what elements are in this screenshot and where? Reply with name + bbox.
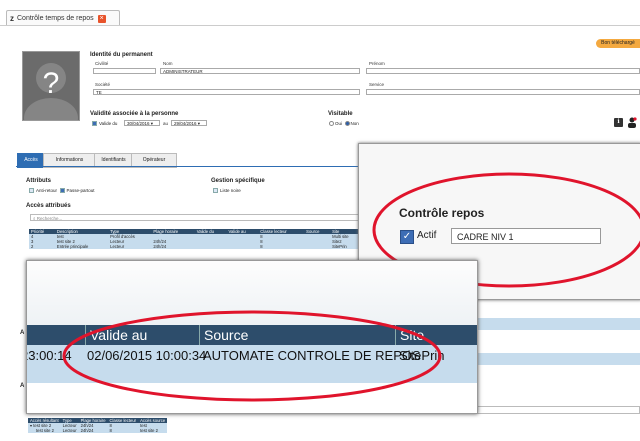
chevron-down-icon: ▾ bbox=[150, 121, 154, 126]
chevron-down-icon: ▾ bbox=[197, 121, 201, 126]
visitable-non-radio[interactable] bbox=[344, 121, 350, 127]
service-label: Service bbox=[369, 82, 385, 87]
nom-field[interactable]: ADMINISTRATEUR bbox=[160, 68, 360, 74]
visitable-oui-radio[interactable] bbox=[329, 121, 334, 127]
liste-noire-label: Liste noire bbox=[220, 188, 241, 193]
validity-title: Validité associée à la personne bbox=[90, 111, 179, 117]
close-icon[interactable]: × bbox=[97, 14, 106, 23]
cell bbox=[194, 244, 227, 249]
attributs-options: Anti-retour Passe-partout bbox=[29, 188, 95, 194]
gestion-specifique-title: Gestion spécifique bbox=[211, 178, 265, 184]
cell: test site 2 bbox=[138, 428, 168, 433]
to-label: au bbox=[163, 121, 169, 126]
user-settings-icon[interactable] bbox=[627, 117, 637, 128]
societe-field[interactable]: TE bbox=[93, 89, 360, 95]
cell: Lecteur bbox=[108, 244, 152, 249]
attributs-title: Attributs bbox=[26, 178, 51, 184]
table-row[interactable]: 2 Entrée principale Lecteur 24h/24 8 SitePrin bbox=[29, 244, 361, 249]
result-table: Accès résultant Type Plage horaire Class… bbox=[28, 418, 168, 433]
column-header[interactable]: Classe lecteur bbox=[107, 418, 139, 423]
cell: SitePrin bbox=[330, 244, 361, 249]
societe-label: Société bbox=[95, 82, 111, 87]
civilite-label: Civilité bbox=[95, 61, 109, 66]
search-placeholder: Recherche... bbox=[36, 216, 63, 221]
tab-controle-temps-repos[interactable]: z Contrôle temps de repos × bbox=[6, 10, 120, 26]
app-icon: z bbox=[10, 14, 14, 23]
non-label: Non bbox=[350, 121, 359, 126]
liste-noire-option: Liste noire bbox=[213, 188, 241, 194]
service-field[interactable] bbox=[366, 89, 640, 95]
prenom-field[interactable] bbox=[366, 68, 640, 74]
result-table-wrap: Accès résultant Type Plage horaire Class… bbox=[28, 418, 358, 433]
acces-table-wrap: Priorité Description Type Plage horaire … bbox=[29, 229, 361, 249]
avatar: ? bbox=[22, 51, 80, 121]
cell: 24h/24 bbox=[151, 244, 195, 249]
unknown-person-icon: ? bbox=[23, 52, 79, 120]
oui-label: Oui bbox=[335, 121, 343, 126]
tab-divider bbox=[0, 25, 640, 26]
from-date-value: 30/04/2016 bbox=[127, 121, 150, 126]
cell: Lecteur bbox=[60, 428, 79, 433]
acces-table: Priorité Description Type Plage horaire … bbox=[29, 229, 361, 249]
to-date-value: 29/04/2016 bbox=[174, 121, 197, 126]
red-highlight-ellipse bbox=[62, 310, 442, 402]
cell: 8 bbox=[258, 244, 305, 249]
identity-section-title: Identité du permanent bbox=[90, 52, 153, 58]
cell bbox=[226, 244, 259, 249]
background-highlight-row bbox=[476, 353, 640, 365]
visitable-options: Oui Non bbox=[329, 121, 359, 127]
acces-attribues-title: Accès attribués bbox=[26, 203, 71, 209]
cell: test site 2 bbox=[28, 428, 61, 433]
cell: 2 bbox=[29, 244, 55, 249]
prenom-label: Prénom bbox=[369, 61, 385, 66]
civilite-field[interactable] bbox=[93, 68, 156, 74]
info-icon[interactable]: ℹ bbox=[614, 118, 623, 127]
valide-du-label: Valide du bbox=[99, 121, 118, 126]
cell: 24h/24 bbox=[78, 428, 108, 433]
search-icon: ⌕ bbox=[33, 216, 36, 221]
visitable-title: Visitable bbox=[328, 111, 353, 117]
background-field bbox=[476, 406, 640, 414]
cell bbox=[304, 244, 331, 249]
nom-label: Nom bbox=[163, 61, 173, 66]
liste-noire-checkbox[interactable] bbox=[213, 188, 218, 194]
valide-du-checkbox[interactable] bbox=[92, 121, 97, 127]
download-button[interactable]: Bon téléchargé bbox=[596, 39, 640, 48]
background-highlight-row bbox=[476, 318, 640, 330]
table-row[interactable]: test site 2 Lecteur 24h/24 8 test site 2 bbox=[28, 428, 168, 433]
passe-partout-label: Passe-partout bbox=[66, 188, 95, 193]
from-date-picker[interactable]: 30/04/2016 ▾ bbox=[124, 120, 160, 126]
validity-row: Valide du bbox=[92, 121, 118, 127]
zoom-table-panel: Valide au Source Site 23:00:14 02/06/201… bbox=[26, 260, 478, 414]
cell: 8 bbox=[107, 428, 139, 433]
svg-text:?: ? bbox=[43, 67, 60, 100]
anti-retour-checkbox[interactable] bbox=[29, 188, 34, 194]
cell: Entrée principale bbox=[54, 244, 109, 249]
passe-partout-checkbox[interactable] bbox=[59, 188, 65, 194]
tab-title: Contrôle temps de repos bbox=[17, 15, 94, 22]
anti-retour-label: Anti-retour bbox=[36, 188, 58, 193]
to-date-picker[interactable]: 29/04/2016 ▾ bbox=[171, 120, 207, 126]
search-input[interactable]: ⌕ Recherche... bbox=[30, 214, 360, 221]
